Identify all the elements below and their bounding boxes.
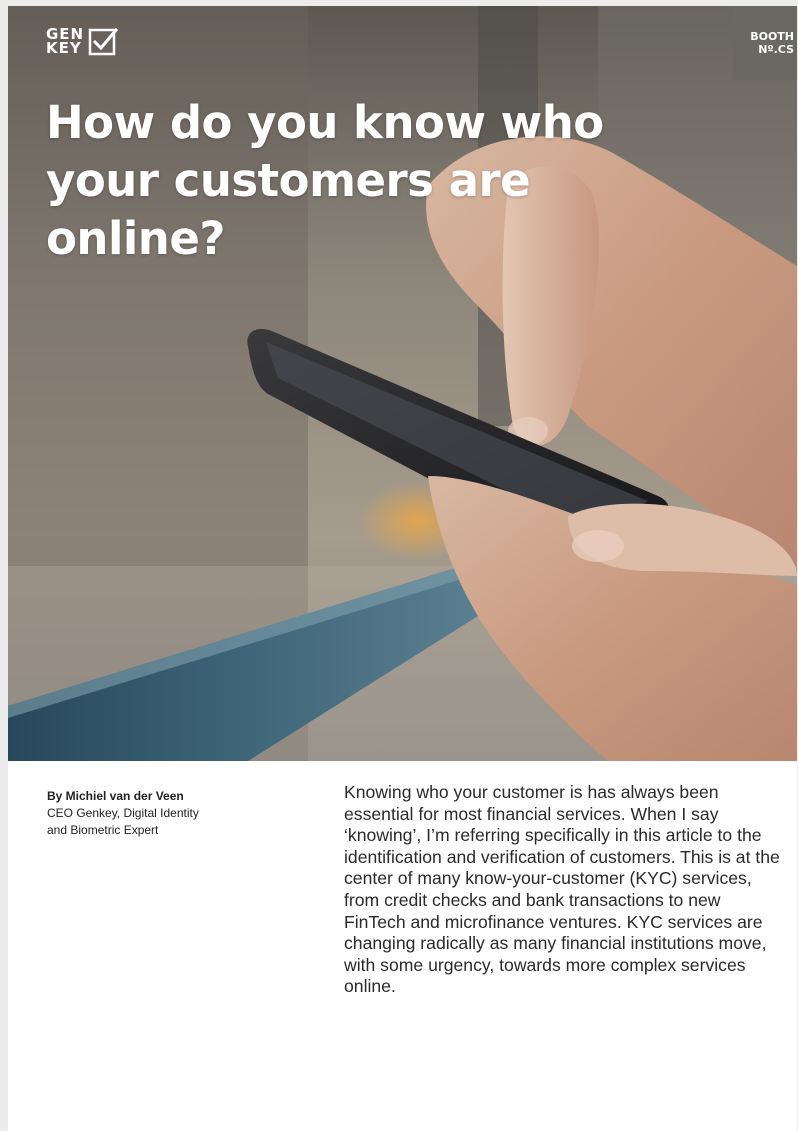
magazine-page: GEN KEY BOOTH Nº.CS How do you know who …	[8, 6, 797, 1131]
booth-badge: BOOTH Nº.CS	[733, 6, 797, 80]
author-role-line1: CEO Genkey, Digital Identity	[47, 806, 199, 820]
author-role-line2: and Biometric Expert	[47, 823, 159, 837]
logo-text-key: KEY	[46, 39, 82, 57]
page-title: How do you know who your customers are o…	[46, 96, 604, 265]
author-byline: By Michiel van der Veen CEO Genkey, Digi…	[47, 788, 297, 839]
intro-paragraph: Knowing who your customer is has always …	[344, 782, 780, 997]
checkbox-check-icon	[88, 27, 119, 56]
hero-photo: GEN KEY BOOTH Nº.CS How do you know who …	[8, 6, 797, 761]
booth-number: Nº.CS	[758, 43, 794, 56]
booth-label: BOOTH	[750, 30, 794, 43]
logo-wordmark: GEN KEY	[46, 27, 84, 57]
author-name: By Michiel van der Veen	[47, 789, 184, 803]
genkey-logo: GEN KEY	[46, 26, 119, 57]
